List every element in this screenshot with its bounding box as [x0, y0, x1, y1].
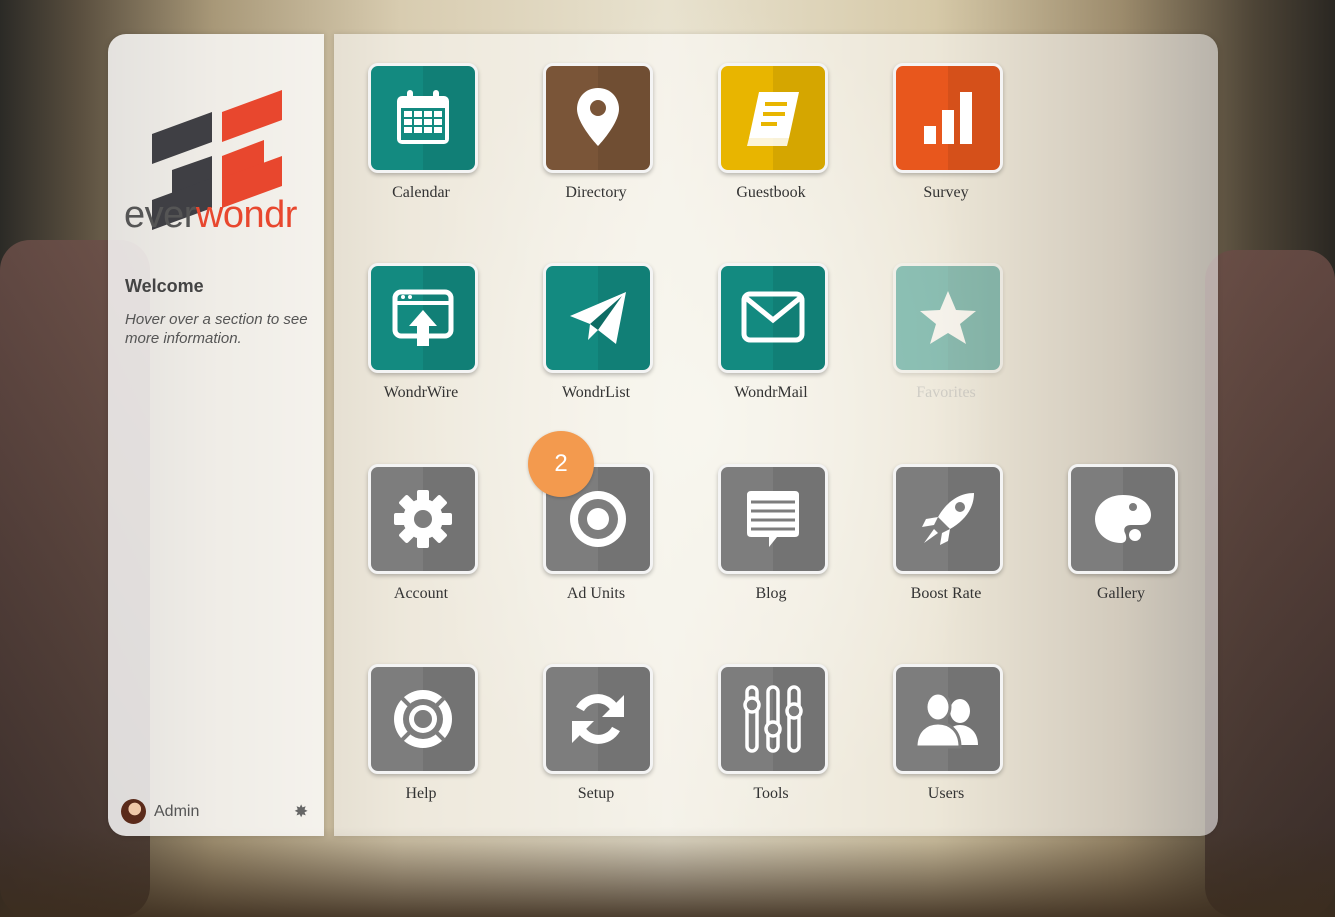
tile-account[interactable]: Account: [365, 464, 478, 614]
map-pin-icon: [543, 63, 653, 173]
users-icon: [893, 664, 1003, 774]
tile-label: Users: [927, 785, 965, 802]
tile-label: Setup: [577, 785, 615, 802]
background-floor: [0, 827, 1335, 917]
tile-tools[interactable]: Tools: [715, 664, 828, 814]
tile-label: Blog: [755, 585, 787, 602]
speech-bubble-icon: [718, 464, 828, 574]
welcome-hint: Hover over a section to see more informa…: [125, 311, 308, 347]
brand-wordmark: everwondr: [124, 194, 297, 236]
tile-setup[interactable]: Setup: [540, 664, 653, 814]
star-icon: [893, 263, 1003, 373]
avatar: [121, 799, 146, 824]
calendar-icon: [368, 63, 478, 173]
tile-calendar[interactable]: Calendar: [365, 63, 478, 213]
user-name: Admin: [154, 802, 200, 820]
tile-users[interactable]: Users: [890, 664, 1003, 814]
tile-label: WondrWire: [383, 384, 459, 401]
tile-label: Help: [405, 785, 437, 802]
tile-directory[interactable]: Directory: [540, 63, 653, 213]
tile-favorites[interactable]: Favorites: [890, 263, 1003, 413]
welcome-title: Welcome: [125, 276, 204, 296]
tile-wondrmail[interactable]: WondrMail: [715, 263, 828, 413]
tile-survey[interactable]: Survey: [890, 63, 1003, 213]
settings-gear-icon[interactable]: ✸: [294, 802, 308, 822]
tile-label: Favorites: [916, 384, 976, 401]
tile-label: Directory: [565, 184, 627, 201]
tile-wondrwire[interactable]: WondrWire: [365, 263, 478, 413]
tile-label: Gallery: [1097, 585, 1145, 602]
background-seat-right: [1205, 250, 1335, 917]
tile-wondrlist[interactable]: WondrList: [540, 263, 653, 413]
sidebar: everwondr Welcome Hover over a section t…: [108, 34, 324, 836]
tile-label: Survey: [923, 184, 969, 201]
tile-label: WondrList: [561, 384, 631, 401]
paper-plane-icon: [543, 263, 653, 373]
upload-window-icon: [368, 263, 478, 373]
tile-label: Guestbook: [736, 184, 806, 201]
envelope-icon: [718, 263, 828, 373]
tile-label: Tools: [753, 785, 789, 802]
tile-label: Ad Units: [566, 585, 626, 602]
book-icon: [718, 63, 828, 173]
bar-chart-icon: [893, 63, 1003, 173]
rocket-icon: [893, 464, 1003, 574]
palette-icon: [1068, 464, 1178, 574]
tile-label: Calendar: [392, 184, 450, 201]
gear-icon: [368, 464, 478, 574]
refresh-icon: [543, 664, 653, 774]
tile-blog[interactable]: Blog: [715, 464, 828, 614]
tile-label: WondrMail: [734, 384, 808, 401]
tile-guestbook[interactable]: Guestbook: [715, 63, 828, 213]
tile-label: Boost Rate: [910, 585, 982, 602]
tile-boost-rate[interactable]: Boost Rate: [890, 464, 1003, 614]
tile-help[interactable]: Help: [365, 664, 478, 814]
tile-gallery[interactable]: Gallery: [1065, 464, 1178, 614]
tile-label: Account: [393, 585, 449, 602]
lifebuoy-icon: [368, 664, 478, 774]
everwondr-logo-icon: [152, 90, 282, 230]
user-menu[interactable]: Admin: [121, 799, 199, 824]
sliders-icon: [718, 664, 828, 774]
